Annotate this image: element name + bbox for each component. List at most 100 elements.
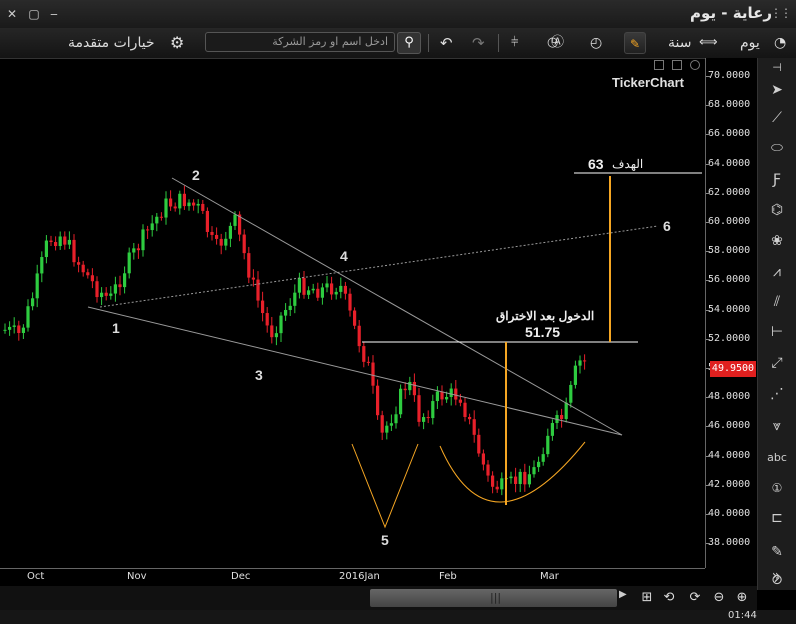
close-icon[interactable]: ✕ xyxy=(4,7,20,21)
zoom-out-icon[interactable]: ⊖ xyxy=(710,589,728,607)
candle-body xyxy=(320,287,324,298)
point-label-6: 6 xyxy=(663,218,671,234)
search-icon[interactable]: ⚲ xyxy=(397,32,421,54)
candle-body xyxy=(270,325,274,338)
candle-body xyxy=(523,471,527,485)
pattern-tool-icon[interactable]: ⌬ xyxy=(766,200,788,220)
palette-icon[interactable]: ❀ xyxy=(766,231,788,251)
period-day-button[interactable]: يوم xyxy=(740,32,760,54)
gann-tool-icon[interactable]: ⋰ xyxy=(766,384,788,404)
cup-curve xyxy=(439,441,586,503)
candle-body xyxy=(573,365,577,385)
chart-maximize-icon[interactable] xyxy=(672,60,682,70)
drawing-tools-panel: ⊣ ➤ ⟋ ⬭ Ƒ ⌬ ❀ ⩘ ⫽ ⊢ ⤢ ⋰ ⩔ abc ① ⊏ ✎ ⊘ xyxy=(757,58,796,590)
candle-body xyxy=(334,291,338,295)
text-tool-icon[interactable]: abc xyxy=(766,448,788,468)
redo-icon[interactable]: ↷ xyxy=(472,32,485,54)
candle-body xyxy=(357,325,361,347)
candle-body xyxy=(132,248,136,253)
target-value: 63 xyxy=(588,156,604,172)
candle-body xyxy=(251,277,255,280)
candle-body xyxy=(371,362,375,386)
gear-icon[interactable]: ⚙ xyxy=(170,32,184,54)
candle-body xyxy=(54,242,58,247)
candle-body xyxy=(256,279,260,301)
ellipse-tool-icon[interactable]: ⬭ xyxy=(766,138,788,158)
price-tick: 56.0000 xyxy=(708,274,751,286)
measure-tool-icon[interactable]: ⊢ xyxy=(766,322,788,342)
price-tick: 66.0000 xyxy=(708,128,751,140)
price-tick: 64.0000 xyxy=(708,157,751,169)
time-tick: 2016Jan xyxy=(339,571,380,582)
price-chart[interactable]: 1 2 3 4 5 6 63 الهدف الدخول بعد الاختراق… xyxy=(0,58,705,568)
chart-minimize-icon[interactable] xyxy=(654,60,664,70)
lock-drawings-icon[interactable]: ✎ xyxy=(766,542,788,562)
candle-body xyxy=(210,231,214,235)
candle-body xyxy=(422,417,426,422)
price-tick-mark xyxy=(706,222,710,223)
candle-body xyxy=(274,333,278,338)
candle-body xyxy=(279,315,283,334)
chart-close-icon[interactable] xyxy=(690,60,700,70)
zoom-in-icon[interactable]: ⊕ xyxy=(733,589,751,607)
drawing-tools-icon[interactable]: ✎ xyxy=(624,32,646,54)
zigzag-tool-icon[interactable]: ⩘ xyxy=(766,262,788,282)
candle-body xyxy=(569,384,573,403)
crosshair-icon[interactable]: ⊞ xyxy=(638,589,656,607)
ray-tool-icon[interactable]: ⤢ xyxy=(766,353,788,373)
candle-body xyxy=(187,202,191,207)
candle-body xyxy=(412,381,416,396)
price-axis[interactable]: 70.0000 68.0000 66.0000 64.0000 62.0000 60.00… xyxy=(705,58,758,568)
cursor-icon[interactable]: ➤ xyxy=(766,80,788,100)
candle-body xyxy=(408,381,412,391)
ticker-watermark: TickerChart xyxy=(612,75,685,90)
candle-body xyxy=(173,206,177,209)
maximize-icon[interactable]: ▢ xyxy=(26,7,42,21)
clock-icon[interactable]: ◔ xyxy=(774,32,786,54)
channel-tool-icon[interactable]: ⫽ xyxy=(766,292,788,312)
candle-body xyxy=(311,288,315,291)
erase-tool-icon[interactable]: ⊏ xyxy=(766,508,788,528)
time-axis[interactable]: Oct Nov Dec 2016Jan Feb Mar xyxy=(0,568,705,587)
candle-body xyxy=(77,262,81,265)
grip-icon: ||| xyxy=(490,591,502,604)
candle-body xyxy=(196,203,200,206)
candle-body xyxy=(431,401,435,419)
candle-body xyxy=(192,202,196,206)
point-label-4: 4 xyxy=(340,248,348,264)
candle-body xyxy=(509,476,513,479)
indicators-icon[interactable]: ⫩ xyxy=(511,32,518,54)
swap-arrows-icon[interactable]: ⟺ xyxy=(699,32,718,54)
candle-body xyxy=(3,329,7,331)
chart-type-icon[interactable]: ◴ xyxy=(590,32,602,54)
price-tick: 70.0000 xyxy=(708,70,751,81)
candle-body xyxy=(17,325,21,333)
fibonacci-icon[interactable]: Ƒ xyxy=(766,170,788,190)
advanced-options-button[interactable]: خيارات متقدمة xyxy=(68,32,155,54)
candle-body xyxy=(8,326,12,330)
pin-icon[interactable]: ⊣ xyxy=(766,58,788,78)
minimize-icon[interactable]: ‒ xyxy=(46,7,62,21)
price-tick-mark xyxy=(706,455,710,457)
trendline-tool-icon[interactable]: ⟋ xyxy=(766,108,788,128)
zoom-reset-icon[interactable]: ⟲ xyxy=(660,589,678,607)
price-tick-mark xyxy=(706,163,710,165)
scroll-right-icon[interactable]: ▶ xyxy=(619,589,627,600)
period-year-button[interactable]: سنة xyxy=(668,32,691,54)
undo-icon[interactable]: ↶ xyxy=(440,32,453,54)
candle-body xyxy=(205,210,209,232)
fib-fan-icon[interactable]: ⩔ xyxy=(766,416,788,436)
candle-body xyxy=(100,292,104,298)
expand-panel-icon[interactable]: » xyxy=(765,566,787,586)
candle-body xyxy=(445,396,449,400)
symbol-search-input[interactable]: ادخل اسم او رمز الشركة xyxy=(205,32,395,52)
wave-tool-icon[interactable]: ① xyxy=(766,478,788,498)
scroll-thumb[interactable]: ||| xyxy=(370,589,617,607)
point-label-5: 5 xyxy=(381,532,389,548)
auto-icon[interactable]: Ⓐ xyxy=(551,32,564,54)
candle-body xyxy=(417,395,421,422)
refresh-icon[interactable]: ⟳ xyxy=(686,589,704,607)
candle-body xyxy=(113,284,117,294)
chart-toolbar: خيارات متقدمة ⚙ ادخل اسم او رمز الشركة ⚲… xyxy=(0,28,796,59)
drag-grip-icon[interactable]: ⋮⋮ xyxy=(770,6,792,20)
